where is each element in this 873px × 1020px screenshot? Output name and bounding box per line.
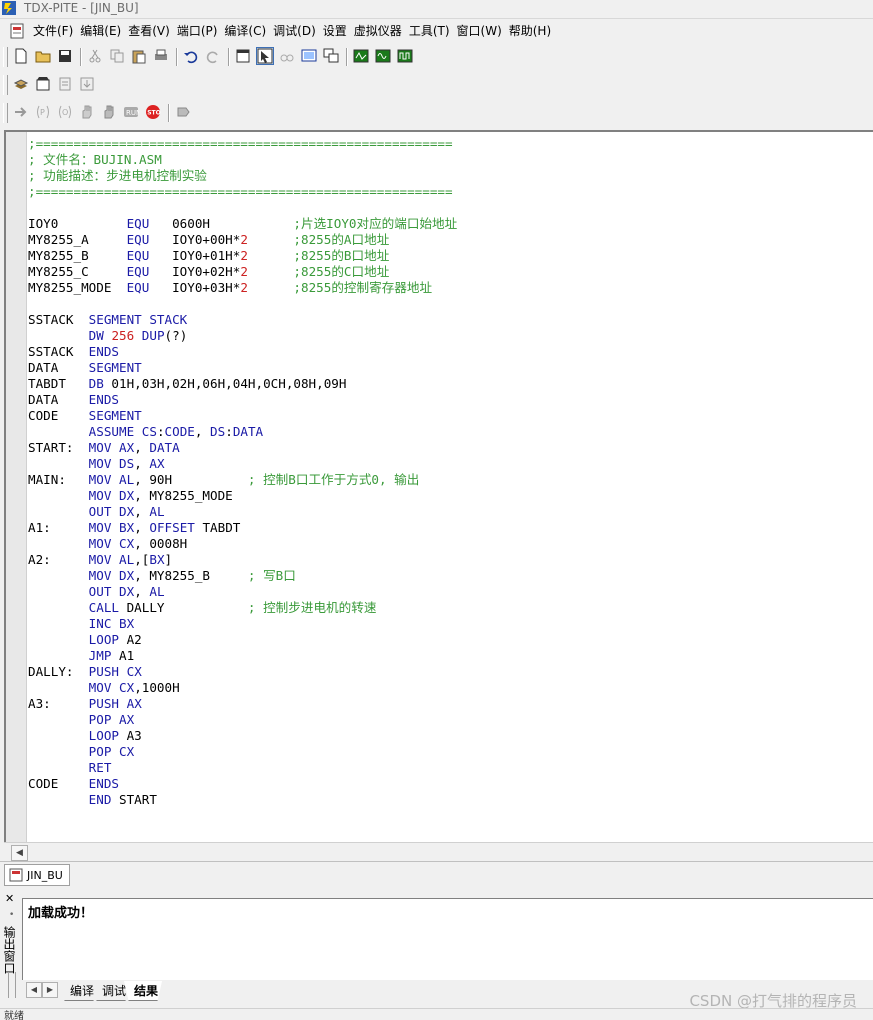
step-over-icon[interactable]: O (56, 103, 74, 121)
tab-jin-bu[interactable]: JIN_BU (4, 864, 70, 886)
toolbar-grip[interactable] (3, 75, 8, 95)
menu-item[interactable]: 调试(D) (271, 23, 321, 39)
toolbar-grip[interactable] (3, 103, 8, 123)
svg-text:O: O (62, 108, 68, 117)
output-tabs: 编译 调试 结果 (60, 981, 163, 1001)
panel-grip[interactable] (8, 972, 16, 998)
compile-icon[interactable] (12, 75, 30, 93)
cut-icon[interactable] (86, 47, 104, 65)
breakpoint-icon[interactable] (100, 103, 118, 121)
app-icon (2, 1, 16, 15)
stop-icon[interactable]: STOP (144, 103, 162, 121)
paste-icon[interactable] (130, 47, 148, 65)
toolbar-separator (346, 48, 348, 66)
save-icon[interactable] (56, 47, 74, 65)
new-file-icon[interactable] (12, 47, 30, 65)
output-tab[interactable]: 调试 (92, 981, 131, 1001)
menu-item[interactable]: 编译(C) (222, 23, 271, 39)
download-icon[interactable] (56, 75, 74, 93)
toolbar-compile (0, 72, 110, 98)
toolbar-separator (176, 48, 178, 66)
output-text-area[interactable]: 加载成功！ (22, 898, 873, 981)
open-folder-icon[interactable] (34, 47, 52, 65)
run-icon[interactable]: RUN (122, 103, 140, 121)
menu-items: 文件(F) 编辑(E) 查看(V) 端口(P) 编译(C) 调试(D) 设置 虚拟仪器 工具(T… (31, 23, 556, 39)
tab-label: JIN_BU (27, 868, 63, 882)
close-icon[interactable]: ✕ (5, 892, 14, 905)
toolbar-grip[interactable] (3, 47, 8, 67)
output-window-label: 输出窗口 (2, 926, 16, 974)
undo-icon[interactable] (182, 47, 200, 65)
cascade-icon[interactable] (322, 47, 340, 65)
editor-gutter (6, 132, 27, 844)
step-into-icon[interactable]: P (34, 103, 52, 121)
hand-icon[interactable] (78, 103, 96, 121)
menu-item[interactable]: 帮助(H) (507, 23, 556, 39)
svg-text:STOP: STOP (147, 110, 161, 117)
document-icon (9, 868, 23, 882)
print-icon[interactable] (152, 47, 170, 65)
title-bar: TDX-PITE - [JIN_BU] (0, 0, 873, 19)
svg-text:RUN: RUN (126, 109, 139, 117)
menu-item[interactable]: 工具(T) (407, 23, 455, 39)
build-icon[interactable] (34, 75, 52, 93)
code-editor[interactable]: ;=======================================… (4, 130, 873, 844)
copy-icon[interactable] (108, 47, 126, 65)
document-icon[interactable] (9, 23, 25, 39)
output-tab[interactable]: 编译 (60, 981, 99, 1001)
scroll-left-icon[interactable]: ◀ (11, 845, 28, 861)
menu-item[interactable]: 编辑(E) (78, 23, 126, 39)
output-side-bar: ✕ • 输出窗口 (0, 892, 20, 1000)
svg-text:P: P (40, 108, 45, 117)
menu-item[interactable]: 查看(V) (126, 23, 175, 39)
horizontal-scrollbar[interactable]: ◀ (4, 842, 873, 861)
menu-item[interactable]: 端口(P) (175, 23, 223, 39)
redo-icon[interactable] (204, 47, 222, 65)
output-tab[interactable]: 结果 (124, 981, 163, 1001)
toolbar-separator (228, 48, 230, 66)
toolbar-separator (80, 48, 82, 66)
toolbar-standard (0, 44, 430, 70)
scope-icon[interactable] (352, 47, 370, 65)
binoculars-icon[interactable] (278, 47, 296, 65)
tab-scroll-left-icon[interactable]: ◀ (26, 982, 42, 998)
pin-icon[interactable]: • (9, 910, 14, 920)
window-icon[interactable] (234, 47, 252, 65)
source-code[interactable]: ;=======================================… (28, 136, 457, 808)
wave-icon[interactable] (374, 47, 392, 65)
menu-item[interactable]: 虚拟仪器 (352, 23, 407, 39)
menu-item[interactable]: 窗口(W) (455, 23, 507, 39)
logic-icon[interactable] (396, 47, 414, 65)
monitor-icon[interactable] (300, 47, 318, 65)
menu-item[interactable]: 设置 (321, 23, 352, 39)
menu-item[interactable]: 文件(F) (31, 23, 78, 39)
toolbar-debug: P O RUN STOP (0, 100, 210, 126)
status-text: 就绪 (4, 1011, 24, 1020)
output-message: 加载成功！ (28, 906, 94, 921)
reset-icon[interactable] (174, 103, 192, 121)
status-bar: 就绪 (0, 1008, 873, 1020)
output-panel: ✕ • 输出窗口 加载成功！ ◀ ▶ 编译 调试 结果 (0, 892, 873, 1004)
document-tab-bar: JIN_BU (0, 861, 873, 888)
window-title: TDX-PITE - [JIN_BU] (24, 1, 139, 15)
tab-scroll-right-icon[interactable]: ▶ (42, 982, 58, 998)
toolbar-separator (168, 104, 170, 122)
load-icon[interactable] (78, 75, 96, 93)
menu-bar: 文件(F) 编辑(E) 查看(V) 端口(P) 编译(C) 调试(D) 设置 虚拟仪器 工具(T… (0, 20, 873, 42)
pointer-icon[interactable] (256, 47, 274, 65)
step-icon[interactable] (12, 103, 30, 121)
